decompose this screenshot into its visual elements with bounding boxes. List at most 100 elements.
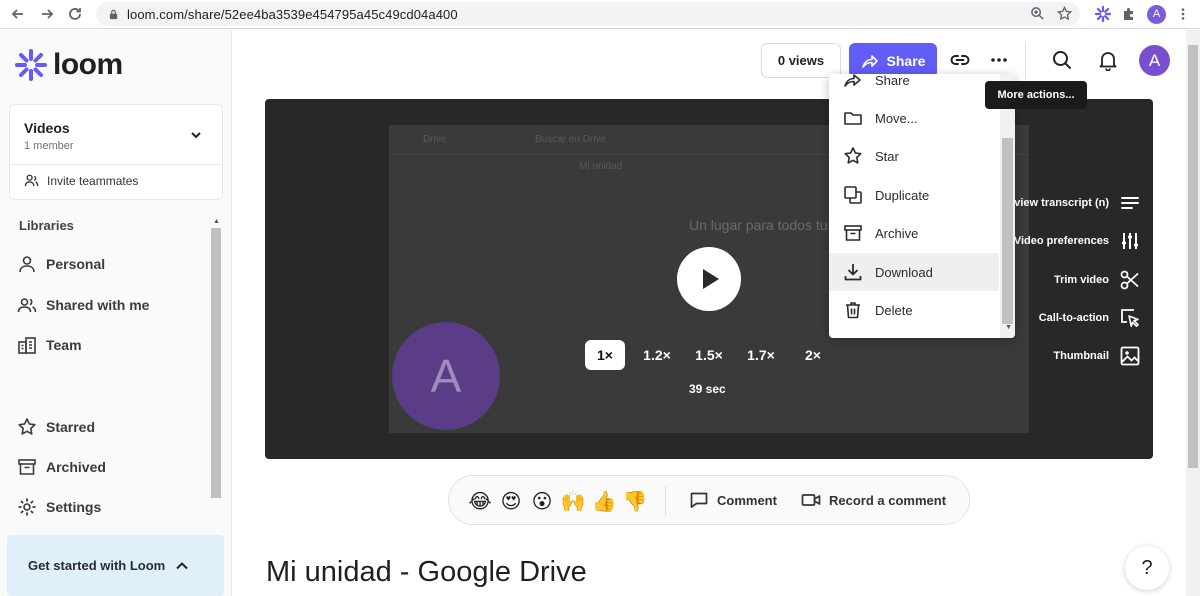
speed-option-1-2x[interactable]: 1.2× [637,340,677,370]
call-to-action-button[interactable]: Call-to-action [1039,307,1141,329]
loom-extension-icon[interactable] [1095,6,1111,22]
star-icon [18,418,36,435]
search-button[interactable] [1051,49,1073,71]
address-bar[interactable]: loom.com/share/52ee4ba3539e454795a45c49c… [96,2,1080,26]
video-player[interactable]: Drive Buscar en Drive Mi unidad Un lugar… [265,99,1153,459]
star-icon [844,147,862,164]
browser-toolbar: loom.com/share/52ee4ba3539e454795a45c49c… [0,0,1200,29]
sidebar-scroll-thumb[interactable] [211,228,221,498]
browser-profile-avatar[interactable]: A [1147,4,1166,24]
video-preferences-button[interactable]: Video preferences [1014,230,1141,252]
copy-link-button[interactable] [949,49,971,71]
thumbnail-button[interactable]: Thumbnail [1053,345,1141,367]
sidebar-item-label: Archived [46,459,106,475]
view-transcript-button[interactable]: view transcript (n) [1014,192,1141,214]
sidebar-item-starred[interactable]: Starred [17,417,95,437]
speed-option-1x[interactable]: 1× [585,340,625,370]
reaction-thumbs-down[interactable]: 👎 [622,488,648,514]
menu-scroll-thumb[interactable] [1002,138,1013,324]
menu-item-download[interactable]: Download [829,253,999,291]
archive-icon [18,459,36,475]
record-comment-button[interactable]: Record a comment [801,490,946,510]
menu-item-move[interactable]: Move... [829,99,999,137]
action-label: Trim video [1053,274,1109,286]
menu-item-archive[interactable]: Archive [829,214,999,252]
sidebar-item-settings[interactable]: Settings [17,497,101,517]
browser-menu-icon[interactable] [1176,7,1190,21]
chevron-down-icon[interactable] [190,129,202,141]
sidebar-item-personal[interactable]: Personal [17,254,105,274]
notifications-button[interactable] [1097,49,1119,71]
comment-button[interactable]: Comment [689,490,777,510]
duplicate-icon [844,186,862,204]
share-button[interactable]: Share [849,43,937,78]
trim-video-button[interactable]: Trim video [1054,269,1141,291]
menu-item-star[interactable]: Star [829,137,999,175]
building-icon [18,337,36,354]
sidebar: loom Videos 1 member Invite teammates Li… [0,30,232,596]
forward-button[interactable] [34,1,60,27]
action-label: Thumbnail [1053,350,1109,362]
add-people-icon [24,174,39,187]
sidebar-item-label: Shared with me [46,297,150,313]
invite-label: Invite teammates [47,173,139,188]
speed-option-1-5x[interactable]: 1.5× [689,340,729,370]
reaction-heart-eyes[interactable]: 😍 [498,488,524,514]
share-icon [844,74,861,87]
play-icon [703,269,719,289]
sidebar-item-team[interactable]: Team [17,335,82,355]
frame-headline: Un lugar para todos tus [689,217,835,233]
loom-logo[interactable]: loom [15,48,123,82]
user-avatar[interactable]: A [1139,45,1170,76]
reaction-thumbs-up[interactable]: 👍 [591,488,617,514]
play-button[interactable] [677,247,741,311]
scroll-up-arrow[interactable]: ▲ [213,218,220,225]
get-started-panel[interactable]: Get started with Loom [7,535,224,596]
menu-scroll-down-arrow[interactable]: ▼ [1005,324,1012,331]
search-icon [1053,51,1072,70]
speed-option-1-7x[interactable]: 1.7× [741,340,781,370]
page-scroll-thumb[interactable] [1188,45,1198,468]
workspace-title: Videos [24,120,70,136]
action-label: view transcript (n) [1014,197,1109,209]
workspace-switcher[interactable]: Videos 1 member Invite teammates [9,104,223,200]
video-title[interactable]: Mi unidad - Google Drive [266,556,587,589]
menu-item-label: Delete [875,302,913,318]
get-started-label: Get started with Loom [28,558,166,573]
bell-icon [1099,52,1117,71]
reaction-raised-hands[interactable]: 🙌 [560,488,586,514]
more-actions-menu: Share Move... Star Duplicate Archive Dow… [829,74,1015,338]
chevron-up-icon[interactable] [175,559,189,573]
menu-item-share[interactable]: Share [829,74,999,99]
back-button[interactable] [5,1,31,27]
menu-item-label: Share [875,74,910,88]
download-icon [844,264,862,281]
reactions-bar: 😂 😍 😮 🙌 👍 👎 Comment Record a comment [448,475,970,525]
frame-webcam-avatar: A [392,322,500,430]
reload-button[interactable] [62,1,88,27]
bookmark-star-icon[interactable] [1057,6,1072,21]
sidebar-item-shared[interactable]: Shared with me [17,295,149,315]
scissors-icon [1120,270,1139,290]
brand-name: loom [53,48,123,81]
sidebar-item-archived[interactable]: Archived [17,457,106,477]
invite-teammates-button[interactable]: Invite teammates [24,173,138,188]
menu-item-delete[interactable]: Delete [829,291,999,329]
more-actions-button[interactable] [988,49,1010,71]
reaction-laugh[interactable]: 😂 [467,488,493,514]
frame-app-name: Drive [423,134,447,145]
zoom-icon[interactable] [1030,6,1045,21]
sidebar-item-label: Settings [46,499,102,515]
extensions-puzzle-icon[interactable] [1121,6,1137,22]
reaction-surprised[interactable]: 😮 [529,488,555,514]
trash-icon [846,302,860,319]
speed-option-2x[interactable]: 2× [793,340,833,370]
frame-folder: Mi unidad [579,161,623,172]
arrow-left-icon [11,9,23,19]
help-button[interactable]: ? [1125,546,1169,590]
person-icon [19,256,35,273]
menu-item-duplicate[interactable]: Duplicate [829,176,999,214]
image-icon [1120,346,1140,366]
views-count-button[interactable]: 0 views [761,43,841,78]
action-label: Call-to-action [1038,312,1109,324]
